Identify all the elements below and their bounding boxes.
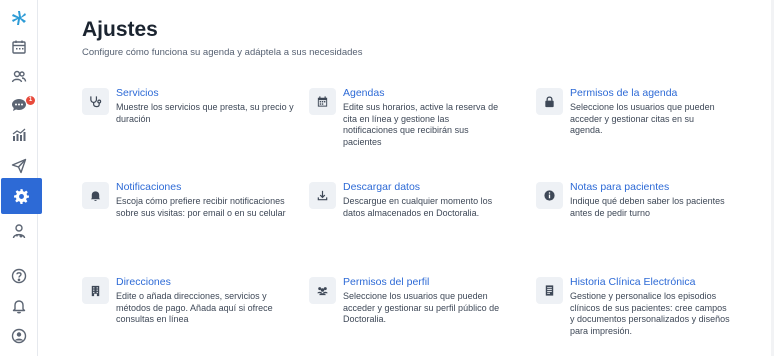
users-icon[interactable] [0,61,38,91]
stethoscope-icon [82,88,109,115]
chat-icon[interactable]: 1 [0,90,38,120]
card-agendas[interactable]: Agendas Edite sus horarios, active la re… [309,87,519,148]
calendar-icon[interactable] [0,32,38,62]
download-icon [309,182,336,209]
card-historia-clinica[interactable]: Historia Clínica Electrónica Gestione y … [536,276,746,337]
paper-plane-icon[interactable] [0,151,38,181]
card-permisos-agenda[interactable]: Permisos de la agenda Seleccione los usu… [536,87,746,137]
card-description: Seleccione los usuarios que pueden acced… [570,102,715,135]
card-title[interactable]: Permisos de la agenda [570,87,728,99]
card-descargar-datos[interactable]: Descargar datos Descargue en cualquier m… [309,181,519,219]
sidebar: 1 [0,0,42,356]
card-description: Escoja cómo prefiere recibir notificacio… [116,196,286,218]
lock-icon [536,88,563,115]
card-notas-pacientes[interactable]: Notas para pacientes Indique qué deben s… [536,181,746,219]
document-icon [536,277,563,304]
card-description: Muestre los servicios que presta, su pre… [116,102,294,124]
card-title[interactable]: Servicios [116,87,296,99]
card-title[interactable]: Direcciones [116,276,276,288]
card-description: Descargue en cualquier momento los datos… [343,196,493,218]
card-description: Seleccione los usuarios que pueden acced… [343,291,500,324]
card-title[interactable]: Agendas [343,87,501,99]
card-permisos-perfil[interactable]: Permisos del perfil Seleccione los usuar… [309,276,519,326]
account-icon[interactable] [0,321,38,351]
card-title[interactable]: Permisos del perfil [343,276,501,288]
messages-badge: 1 [26,96,35,105]
page-subtitle: Configure cómo funciona su agenda y adáp… [82,47,363,58]
card-notificaciones[interactable]: Notificaciones Escoja cómo prefiere reci… [82,181,292,219]
card-direcciones[interactable]: Direcciones Edite o añada direcciones, s… [82,276,292,326]
card-servicios[interactable]: Servicios Muestre los servicios que pres… [82,87,294,125]
gear-icon[interactable] [1,178,42,214]
bell-icon[interactable] [0,291,38,321]
info-icon [536,182,563,209]
bell-icon [82,182,109,209]
doctor-icon[interactable] [0,216,38,246]
question-icon[interactable] [0,261,38,291]
settings-page: Ajustes Configure cómo funciona su agend… [38,0,774,356]
card-title[interactable]: Notificaciones [116,181,286,193]
building-icon [82,277,109,304]
card-description: Indique qué deben saber los pacientes an… [570,196,725,218]
card-description: Edite o añada direcciones, servicios y m… [116,291,273,324]
card-description: Gestione y personalice los episodios clí… [570,291,730,336]
card-title[interactable]: Historia Clínica Electrónica [570,276,732,288]
calendar-icon [309,88,336,115]
group-icon [309,277,336,304]
card-title[interactable]: Notas para pacientes [570,181,725,193]
page-title: Ajustes [82,18,158,41]
logo-icon[interactable] [0,3,38,33]
card-title[interactable]: Descargar datos [343,181,503,193]
bar-chart-icon[interactable] [0,120,38,150]
card-description: Edite sus horarios, active la reserva de… [343,102,499,147]
